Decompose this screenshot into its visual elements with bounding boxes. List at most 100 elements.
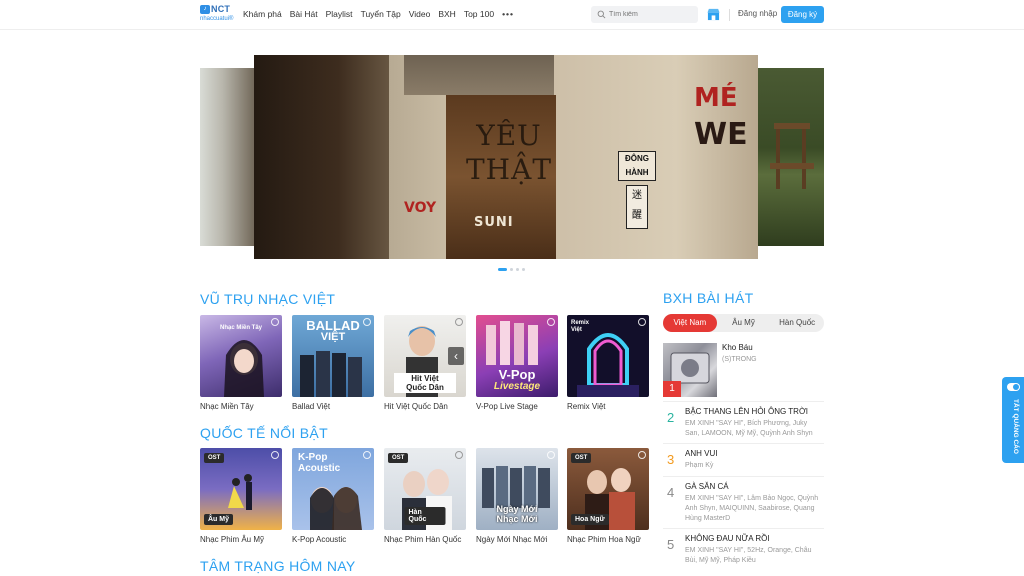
playlist-title[interactable]: Remix Việt bbox=[567, 402, 649, 411]
chart-title[interactable]: BXH BÀI HÁT bbox=[663, 290, 824, 306]
international-playlist-row: OST Âu Mỹ Nhạc Phim Âu Mỹ K-Pop Acoustic… bbox=[200, 448, 650, 556]
banner-main-slide[interactable]: YÊU THẬT SUNI ĐÔNG HÀNH 迷 醒 MÉ WE VOY bbox=[254, 55, 758, 259]
logo-subtitle: nhaccuatui® bbox=[200, 16, 234, 22]
more-options-icon[interactable] bbox=[638, 451, 646, 459]
cover-text: Ngày Mới bbox=[496, 504, 538, 514]
more-options-icon[interactable] bbox=[363, 451, 371, 459]
song-chart: BXH BÀI HÁT Việt Nam Âu Mỹ Hàn Quốc 1 Kh… bbox=[663, 290, 824, 564]
playlist-cover: OST Hoa Ngữ bbox=[567, 448, 649, 530]
playlist-title[interactable]: Hit Việt Quốc Dân bbox=[384, 402, 466, 411]
playlist-title[interactable]: Ngày Mới Nhạc Mới bbox=[476, 535, 558, 544]
song-title[interactable]: Kho Báu bbox=[722, 343, 753, 352]
section-title-mood[interactable]: TÂM TRẠNG HÔM NAY bbox=[200, 558, 355, 574]
playlist-title[interactable]: V-Pop Live Stage bbox=[476, 402, 558, 411]
playlist-card[interactable]: V-Pop Livestage V-Pop Live Stage bbox=[476, 315, 558, 411]
playlist-cover: K-Pop Acoustic bbox=[292, 448, 374, 530]
playlist-title[interactable]: Nhạc Phim Hàn Quốc bbox=[384, 535, 466, 544]
playlist-title[interactable]: Nhạc Phim Âu Mỹ bbox=[200, 535, 282, 544]
song-artists[interactable]: EM XINH "SAY HI", Bích Phương, Juky San,… bbox=[685, 419, 819, 439]
cover-text-2: Quốc Dân bbox=[406, 383, 444, 392]
more-options-icon[interactable] bbox=[638, 318, 646, 326]
more-options-icon[interactable] bbox=[363, 318, 371, 326]
song-title[interactable]: ANH VUI bbox=[685, 449, 717, 458]
more-menu-icon[interactable]: ••• bbox=[502, 9, 514, 19]
song-title[interactable]: KHÔNG ĐAU NỮA RỒI bbox=[685, 534, 770, 543]
nav-top-100[interactable]: Top 100 bbox=[464, 9, 494, 19]
banner-dot-2[interactable] bbox=[510, 268, 513, 271]
playlist-card[interactable]: K-Pop Acoustic K-Pop Acoustic bbox=[292, 448, 374, 544]
region-badge: Âu Mỹ bbox=[204, 514, 233, 525]
song-artists[interactable]: EM XINH "SAY HI", Lâm Bảo Ngọc, Quỳnh An… bbox=[685, 494, 819, 524]
playlist-title[interactable]: Nhạc Phim Hoa Ngữ bbox=[567, 535, 649, 544]
store-icon[interactable] bbox=[707, 8, 720, 21]
search-icon bbox=[597, 10, 606, 19]
main-nav: Khám phá Bài Hát Playlist Tuyển Tập Vide… bbox=[243, 9, 514, 19]
playlist-card[interactable]: OST Hoa Ngữ Nhạc Phim Hoa Ngữ bbox=[567, 448, 649, 544]
banner-scribble-we: WE bbox=[694, 117, 748, 152]
nav-bxh[interactable]: BXH bbox=[438, 9, 455, 19]
banner-brand: SUNI bbox=[474, 215, 514, 230]
playlist-card[interactable]: OST Hàn Quốc Nhạc Phim Hàn Quốc bbox=[384, 448, 466, 544]
playlist-cover: OST Hàn Quốc bbox=[384, 448, 466, 530]
rank-number: 2 bbox=[667, 410, 675, 425]
banner-prev-slide[interactable] bbox=[200, 68, 256, 246]
login-link[interactable]: Đăng nhập bbox=[738, 9, 777, 18]
rank-number: 4 bbox=[667, 485, 675, 500]
more-options-icon[interactable] bbox=[547, 451, 555, 459]
tab-han-quoc[interactable]: Hàn Quốc bbox=[770, 314, 824, 332]
chart-top-song[interactable]: 1 Kho Báu (S)TRONG bbox=[663, 343, 824, 397]
playlist-cover: V-Pop Livestage bbox=[476, 315, 558, 397]
playlist-cover: Remix Việt bbox=[567, 315, 649, 397]
banner-next-slide[interactable] bbox=[756, 68, 824, 246]
playlist-title[interactable]: K-Pop Acoustic bbox=[292, 535, 374, 544]
tab-viet-nam[interactable]: Việt Nam bbox=[663, 314, 717, 332]
rank-number: 5 bbox=[667, 537, 675, 552]
banner-dot-4[interactable] bbox=[522, 268, 525, 271]
signup-button[interactable]: Đăng ký bbox=[781, 6, 824, 23]
playlist-card[interactable]: Nhạc Miền Tây Nhạc Miền Tây bbox=[200, 315, 282, 411]
search-box[interactable] bbox=[591, 6, 698, 23]
carousel-prev-icon[interactable]: ‹ bbox=[448, 347, 464, 365]
toggle-icon[interactable] bbox=[1007, 383, 1020, 391]
section-title-international[interactable]: QUỐC TẾ NỔI BẬT bbox=[200, 425, 328, 441]
playlist-card[interactable]: OST Âu Mỹ Nhạc Phim Âu Mỹ bbox=[200, 448, 282, 544]
playlist-card[interactable]: Remix Việt Remix Việt bbox=[567, 315, 649, 411]
cover-text-2: Nhạc Mới bbox=[496, 514, 538, 524]
logo-text: NCT bbox=[211, 4, 231, 14]
nav-kham-pha[interactable]: Khám phá bbox=[243, 9, 282, 19]
chart-item[interactable]: 4 GÀ SĂN CÁ EM XINH "SAY HI", Lâm Bảo Ng… bbox=[663, 476, 824, 528]
more-options-icon[interactable] bbox=[455, 318, 463, 326]
vietnam-playlist-row: Nhạc Miền Tây Nhạc Miền Tây BALLAD VIỆT … bbox=[200, 315, 650, 423]
song-artist[interactable]: (S)TRONG bbox=[722, 356, 757, 363]
hide-ads-tab[interactable]: TẮT QUẢNG CÁO bbox=[1002, 377, 1024, 463]
nav-bai-hat[interactable]: Bài Hát bbox=[290, 9, 318, 19]
banner-wall-left bbox=[254, 55, 394, 259]
playlist-card[interactable]: Ngày Mới Nhạc Mới Ngày Mới Nhạc Mới bbox=[476, 448, 558, 544]
playlist-card[interactable]: Hit Việt Quốc Dân ‹ Hit Việt Quốc Dân bbox=[384, 315, 466, 411]
playlist-title[interactable]: Ballad Việt bbox=[292, 402, 374, 411]
search-input[interactable] bbox=[609, 8, 694, 21]
nct-logo[interactable]: ♪ NCT nhaccuatui® bbox=[200, 4, 240, 25]
nav-tuyen-tap[interactable]: Tuyển Tập bbox=[361, 9, 401, 19]
song-artists[interactable]: Phạm Kỳ bbox=[685, 461, 819, 471]
chart-item[interactable]: 3 ANH VUI Phạm Kỳ bbox=[663, 443, 824, 476]
nav-video[interactable]: Video bbox=[409, 9, 431, 19]
playlist-card[interactable]: BALLAD VIỆT Ballad Việt bbox=[292, 315, 374, 411]
song-title[interactable]: GÀ SĂN CÁ bbox=[685, 482, 729, 491]
playlist-title[interactable]: Nhạc Miền Tây bbox=[200, 402, 282, 411]
rank-badge: 1 bbox=[663, 381, 681, 397]
song-title[interactable]: BẬC THANG LÊN HỎI ÔNG TRỜI bbox=[685, 407, 808, 416]
more-options-icon[interactable] bbox=[547, 318, 555, 326]
nav-playlist[interactable]: Playlist bbox=[326, 9, 353, 19]
more-options-icon[interactable] bbox=[455, 451, 463, 459]
region-badge: Hoa Ngữ bbox=[571, 514, 609, 525]
banner-dot-1[interactable] bbox=[498, 268, 507, 271]
banner-dot-3[interactable] bbox=[516, 268, 519, 271]
more-options-icon[interactable] bbox=[271, 318, 279, 326]
chart-item[interactable]: 2 BẬC THANG LÊN HỎI ÔNG TRỜI EM XINH "SA… bbox=[663, 401, 824, 443]
more-options-icon[interactable] bbox=[271, 451, 279, 459]
tab-au-my[interactable]: Âu Mỹ bbox=[717, 314, 771, 332]
song-artists[interactable]: EM XINH "SAY HI", 52Hz, Orange, Châu Bùi… bbox=[685, 546, 819, 566]
chart-item[interactable]: 5 KHÔNG ĐAU NỮA RỒI EM XINH "SAY HI", 52… bbox=[663, 528, 824, 570]
section-title-vietnam[interactable]: VŨ TRỤ NHẠC VIỆT bbox=[200, 291, 335, 307]
